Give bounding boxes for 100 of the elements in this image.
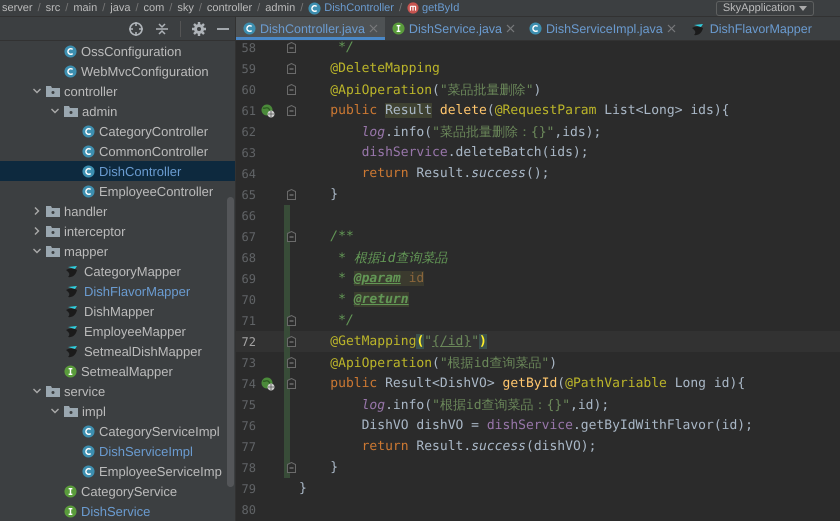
folder-item[interactable]: handler <box>0 201 235 221</box>
fold-icon[interactable] <box>287 231 296 242</box>
class-icon <box>64 64 77 78</box>
folder-item[interactable]: impl <box>0 401 235 421</box>
file-item[interactable]: DishMapper <box>0 301 235 321</box>
editor-tab[interactable]: DishFlavorMapper <box>682 17 819 40</box>
folder-icon <box>46 385 60 397</box>
caret-icon <box>799 6 807 10</box>
code-line: * @param id <box>337 271 424 286</box>
breadcrumb-item[interactable]: DishController <box>308 2 394 14</box>
line-number: 70 <box>240 292 256 306</box>
breadcrumb-item[interactable]: admin <box>265 2 296 14</box>
interface-icon <box>64 504 77 518</box>
minus-icon <box>217 28 229 30</box>
file-item[interactable]: DishFlavorMapper <box>0 281 235 301</box>
code-line: public Result delete(@RequestParam List<Long> ids){ <box>329 103 730 118</box>
fold-icon[interactable] <box>287 63 296 74</box>
fold-icon[interactable] <box>287 189 296 200</box>
bird-icon <box>64 324 80 338</box>
editor-tab[interactable]: DishServiceImpl.java <box>522 17 683 40</box>
folder-item[interactable]: mapper <box>0 241 235 261</box>
file-item[interactable]: OssConfiguration <box>0 41 235 61</box>
interface-icon <box>64 484 77 498</box>
line-number: 77 <box>240 440 256 454</box>
class-icon <box>64 44 77 58</box>
fold-icon[interactable] <box>287 315 296 326</box>
breadcrumb-item[interactable]: src <box>46 2 60 14</box>
code-line: log.info("根据id查询菜品：{}",id); <box>360 396 610 414</box>
breadcrumb-item[interactable]: com <box>144 2 164 14</box>
line-number: 71 <box>240 314 256 328</box>
settings-button[interactable] <box>191 20 207 36</box>
code-line: @GetMapping("{/id}") <box>329 334 487 349</box>
chevron-down-icon[interactable] <box>32 246 42 256</box>
locate-button[interactable] <box>128 20 144 36</box>
code-line: } <box>329 187 338 202</box>
file-item[interactable]: EmployeeController <box>0 181 235 201</box>
code-line: * @return <box>337 292 409 307</box>
folder-item[interactable]: service <box>0 381 235 401</box>
file-item[interactable]: EmployeeMapper <box>0 321 235 341</box>
fold-icon[interactable] <box>287 378 296 389</box>
path-separator: / <box>398 2 402 14</box>
class-icon <box>82 164 95 178</box>
line-number: 69 <box>240 272 256 286</box>
folder-item[interactable]: admin <box>0 101 235 121</box>
breadcrumb-item[interactable]: controller <box>206 2 252 14</box>
editor-tab[interactable]: DishService.java <box>384 17 522 40</box>
breadcrumb-item[interactable]: getById <box>407 2 460 14</box>
path-separator: / <box>102 2 106 14</box>
line-number: 61 <box>240 104 256 118</box>
fold-icon[interactable] <box>287 462 296 473</box>
breadcrumb-item[interactable]: sky <box>177 2 194 14</box>
code-line: DishVO dishVO = dishService.getByIdWithFlavor(id); <box>360 418 753 433</box>
line-number: 80 <box>240 502 256 516</box>
file-item[interactable]: EmployeeServiceImp <box>0 461 235 481</box>
run-configuration-dropdown[interactable]: SkyApplication <box>716 0 814 16</box>
file-item[interactable]: CategoryService <box>0 481 235 501</box>
bird-icon <box>64 344 80 358</box>
interface-icon <box>64 364 77 378</box>
collapse-icon <box>154 20 170 36</box>
fold-icon[interactable] <box>287 357 296 368</box>
folder-item[interactable]: controller <box>0 81 235 101</box>
fold-icon[interactable] <box>287 336 296 347</box>
folder-item[interactable]: interceptor <box>0 221 235 241</box>
folder-icon <box>46 85 60 97</box>
file-item[interactable]: DishServiceImpl <box>0 441 235 461</box>
breadcrumb-item[interactable]: java <box>110 2 130 14</box>
path-separator: / <box>65 2 68 14</box>
class-icon <box>82 424 95 438</box>
line-number: 63 <box>240 146 256 160</box>
file-item[interactable]: SetmealMapper <box>0 361 235 381</box>
file-item[interactable]: CategoryServiceImpl <box>0 421 235 441</box>
line-number: 76 <box>240 418 256 432</box>
file-item[interactable]: SetmealDishMapper <box>0 341 235 361</box>
breadcrumb-item[interactable]: main <box>73 2 98 14</box>
globe-icon[interactable] <box>261 104 275 118</box>
file-item[interactable]: WebMvcConfiguration <box>0 61 235 81</box>
file-item[interactable]: DishService <box>0 501 235 521</box>
fold-icon[interactable] <box>287 105 296 116</box>
breadcrumb-item[interactable]: server <box>2 2 33 14</box>
minimize-button[interactable] <box>217 28 229 30</box>
file-item[interactable]: CategoryController <box>0 121 235 141</box>
collapse-all-button[interactable] <box>154 20 170 36</box>
file-item[interactable]: CategoryMapper <box>0 261 235 281</box>
line-number: 74 <box>240 376 256 390</box>
line-number: 58 <box>240 41 256 54</box>
bird-icon <box>64 284 80 298</box>
line-number: 64 <box>240 166 256 180</box>
close-icon[interactable] <box>666 24 676 33</box>
line-number: 72 <box>240 334 256 348</box>
close-icon[interactable] <box>506 24 516 33</box>
path-separator: / <box>257 2 260 14</box>
fold-icon[interactable] <box>287 42 296 53</box>
globe-icon[interactable] <box>261 377 275 391</box>
file-item[interactable]: DishController <box>0 161 235 181</box>
line-number: 65 <box>240 188 256 202</box>
code-line: return Result.success(); <box>360 166 550 181</box>
settings-icon <box>191 20 207 36</box>
fold-icon[interactable] <box>287 84 296 95</box>
file-item[interactable]: CommonController <box>0 141 235 161</box>
class-icon <box>82 144 95 158</box>
